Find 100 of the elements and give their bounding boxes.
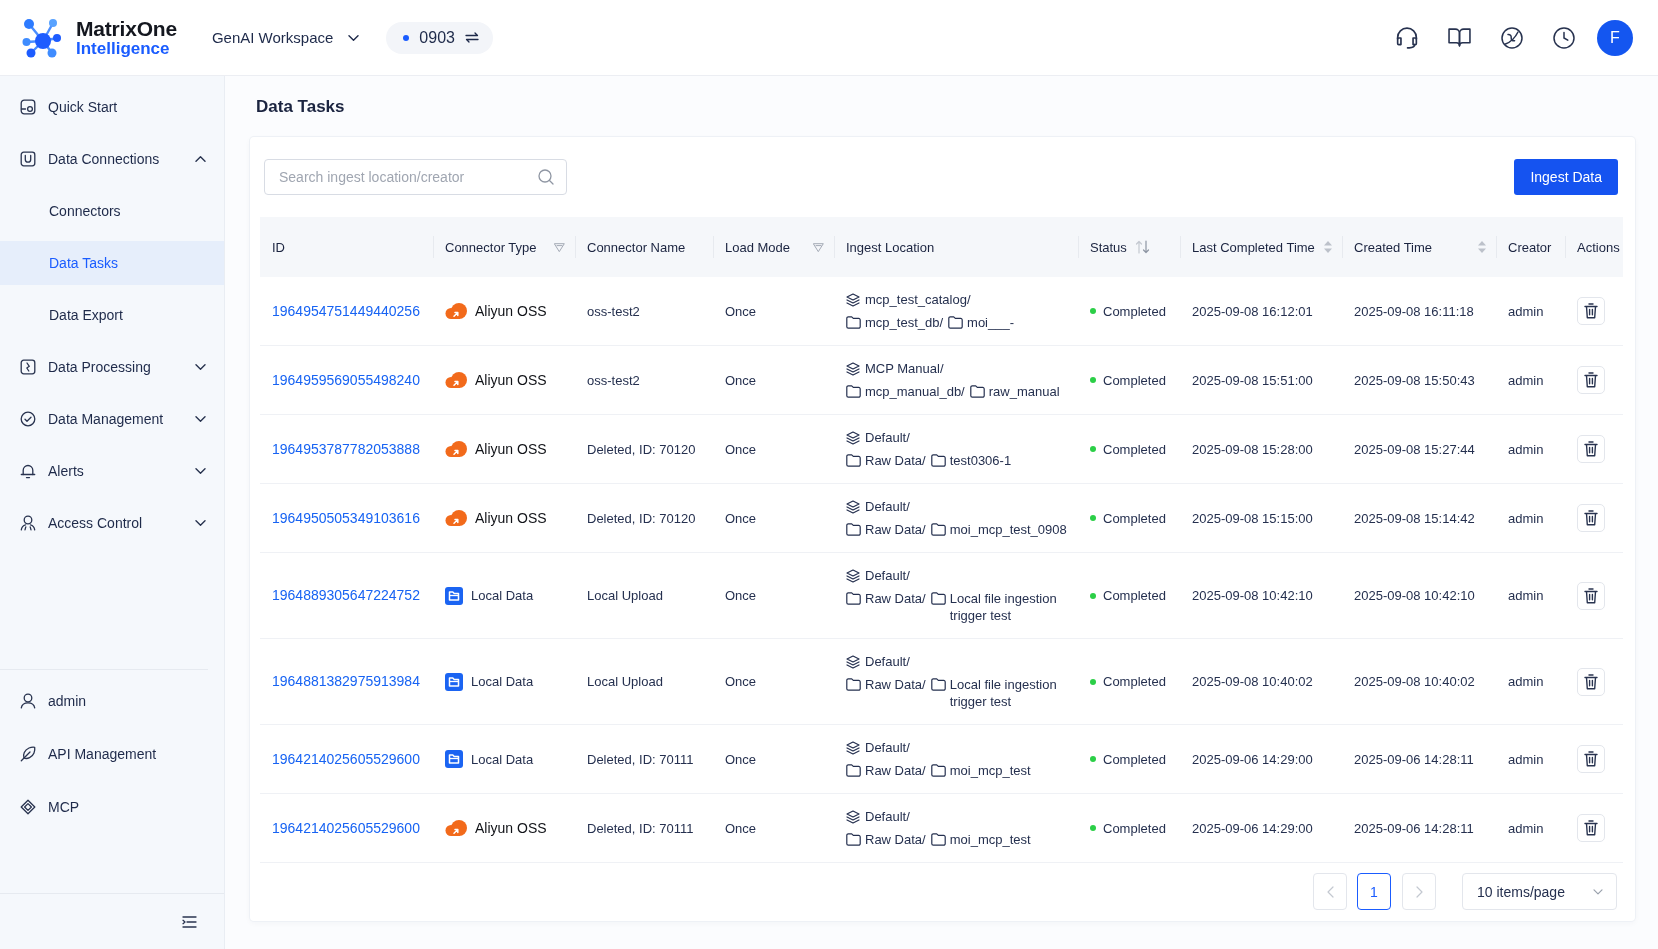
connector-type: Aliyun OSS xyxy=(475,819,547,837)
folder-name: mcp_manual_db/ xyxy=(865,383,965,400)
nav-item[interactable]: Quick Start xyxy=(0,85,224,129)
creator-name: admin xyxy=(1508,750,1544,768)
task-id-link[interactable]: 1964214025605529600 xyxy=(272,819,420,837)
last-completed-time: 2025-09-08 15:51:00 xyxy=(1192,371,1313,389)
folder-name: moi___- xyxy=(967,314,1014,331)
column-header: Created Time xyxy=(1354,239,1433,255)
workspace-selector[interactable]: GenAI Workspace xyxy=(211,23,360,52)
orbit-icon[interactable] xyxy=(1501,26,1523,49)
load-mode: Once xyxy=(725,819,757,837)
chevron-left-icon xyxy=(1326,885,1334,898)
nav-item[interactable]: MCP xyxy=(0,785,208,829)
delete-button[interactable] xyxy=(1577,504,1605,532)
delete-button[interactable] xyxy=(1577,297,1605,325)
book-icon[interactable] xyxy=(1448,28,1471,47)
status-label: Completed xyxy=(1103,371,1166,389)
folder-icon xyxy=(930,764,946,777)
task-id-link[interactable]: 1964954751449440256 xyxy=(272,302,420,320)
trash-icon xyxy=(1584,441,1598,457)
connector-type: Local Data xyxy=(471,750,534,768)
creator-name: admin xyxy=(1508,587,1544,604)
nav-item[interactable]: Data Tasks xyxy=(0,241,224,285)
search-icon xyxy=(538,169,554,185)
nav-item[interactable]: Data Connections xyxy=(0,137,224,181)
load-mode: Once xyxy=(725,302,757,320)
task-id-link[interactable]: 1964950505349103616 xyxy=(272,509,420,527)
last-completed-time: 2025-09-06 14:29:00 xyxy=(1192,819,1313,837)
delete-button[interactable] xyxy=(1577,581,1605,610)
instance-switcher[interactable]: 0903 xyxy=(386,21,493,54)
collapse-menu-icon[interactable] xyxy=(182,915,197,928)
load-mode: Once xyxy=(725,371,757,389)
trash-icon xyxy=(1584,820,1598,836)
creator-name: admin xyxy=(1508,440,1544,458)
user-avatar[interactable]: F xyxy=(1597,19,1633,56)
nav-item[interactable]: Data Management xyxy=(0,397,224,441)
task-id-link[interactable]: 1964881382975913984 xyxy=(272,673,420,690)
column-header: Load Mode xyxy=(725,239,791,255)
nav-item[interactable]: admin xyxy=(0,679,208,723)
connector-type: Aliyun OSS xyxy=(475,440,547,458)
catalog-name: Default/ xyxy=(865,498,910,515)
connector-name: oss-test2 xyxy=(587,371,640,389)
user-icon xyxy=(20,693,36,709)
folder-name: Raw Data/ xyxy=(865,762,926,779)
delete-button[interactable] xyxy=(1577,435,1605,463)
catalog-name: Default/ xyxy=(865,567,910,584)
last-completed-time: 2025-09-08 15:28:00 xyxy=(1192,440,1313,458)
task-id-link[interactable]: 1964953787782053888 xyxy=(272,440,420,458)
created-time: 2025-09-06 14:28:11 xyxy=(1354,750,1474,768)
trash-icon xyxy=(1584,587,1598,604)
check-circle-icon xyxy=(20,411,36,427)
folder-name: moi_mcp_test xyxy=(949,831,1031,848)
last-completed-time: 2025-09-08 15:15:00 xyxy=(1192,509,1313,527)
catalog-name: MCP Manual/ xyxy=(865,360,944,377)
page-button[interactable]: 1 xyxy=(1357,873,1391,910)
load-mode: Once xyxy=(725,509,757,527)
column-header: Creator xyxy=(1508,239,1552,255)
folder-icon xyxy=(846,454,861,467)
layers-icon xyxy=(846,430,860,445)
delete-button[interactable] xyxy=(1577,366,1605,394)
delete-button[interactable] xyxy=(1577,667,1605,696)
folder-icon xyxy=(969,385,985,398)
delete-button[interactable] xyxy=(1577,745,1605,773)
page-size-select[interactable]: 10 items/page xyxy=(1462,873,1617,910)
nav-item[interactable]: Connectors xyxy=(0,189,224,233)
nav-item[interactable]: Data Export xyxy=(0,293,224,337)
search-field[interactable]: Search ingest location/creator xyxy=(264,159,567,195)
headset-icon[interactable] xyxy=(1396,26,1418,49)
task-id-link[interactable]: 1964214025605529600 xyxy=(272,750,420,768)
layers-icon xyxy=(846,292,860,307)
ingest-data-button[interactable]: Ingest Data xyxy=(1514,159,1618,195)
logo-text: MatrixOne xyxy=(76,17,177,39)
nav-item[interactable]: API Management xyxy=(0,732,208,776)
creator-name: admin xyxy=(1508,509,1544,527)
tray-icon xyxy=(20,151,36,167)
catalog-name: mcp_test_catalog/ xyxy=(865,291,971,308)
clock-icon[interactable] xyxy=(1553,26,1575,49)
nav-item[interactable]: Data Processing xyxy=(0,345,224,389)
nav-item[interactable]: Access Control xyxy=(0,501,224,545)
connector-name: Deleted, ID: 70120 xyxy=(587,509,696,527)
column-header: Ingest Location xyxy=(846,239,935,255)
folder-name: Raw Data/ xyxy=(865,676,926,693)
layers-icon xyxy=(846,809,860,824)
created-time: 2025-09-08 16:11:18 xyxy=(1354,302,1474,320)
nav-item[interactable]: Alerts xyxy=(0,449,224,493)
layers-icon xyxy=(846,740,860,755)
chevron-down-icon xyxy=(1593,888,1603,895)
creator-name: admin xyxy=(1508,819,1544,837)
task-id-link[interactable]: 1964959569055498240 xyxy=(272,371,420,389)
column-header: Connector Name xyxy=(587,239,686,255)
logo-subtitle: Intelligence xyxy=(76,38,170,58)
folder-icon xyxy=(846,385,861,398)
last-completed-time: 2025-09-08 10:40:02 xyxy=(1192,673,1313,690)
load-mode: Once xyxy=(725,587,757,604)
created-time: 2025-09-08 15:14:42 xyxy=(1354,509,1475,527)
folder-name: test0306-1 xyxy=(949,452,1012,469)
delete-button[interactable] xyxy=(1577,814,1605,842)
connector-type: Local Data xyxy=(471,587,534,604)
last-completed-time: 2025-09-08 10:42:10 xyxy=(1192,587,1313,604)
task-id-link[interactable]: 1964889305647224752 xyxy=(272,587,420,604)
